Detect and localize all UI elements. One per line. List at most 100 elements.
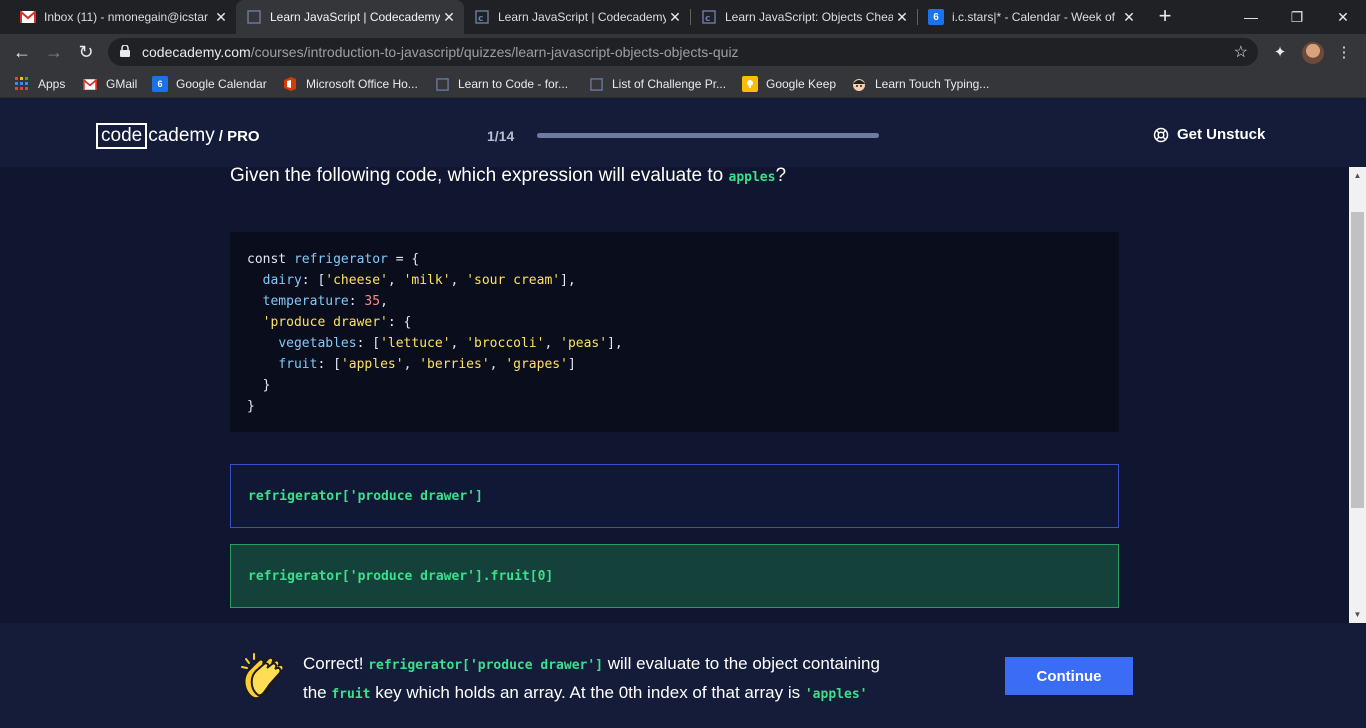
scrollbar-thumb[interactable]	[1351, 212, 1364, 508]
codecademy-icon: c	[474, 9, 490, 25]
code-token: : {	[387, 315, 412, 330]
code-token: 'apples'	[340, 357, 404, 372]
code-token: 'broccoli'	[466, 336, 545, 351]
codecademy-icon	[246, 9, 262, 25]
bookmark-google-calendar[interactable]: 6 Google Calendar	[152, 75, 267, 93]
code-token: const	[247, 252, 294, 267]
tab-learn-javascript[interactable]: c Learn JavaScript | Codecademy ✕	[464, 0, 690, 34]
code-token: 'sour cream'	[466, 273, 561, 288]
new-tab-button[interactable]: +	[1154, 5, 1176, 28]
bookmark-label: List of Challenge Pr...	[612, 77, 727, 91]
get-unstuck-label: Get Unstuck	[1177, 126, 1266, 143]
answer-option-text: refrigerator['produce drawer'].fruit[0]	[248, 568, 554, 584]
code-token: 'milk'	[403, 273, 451, 288]
feedback-code-1: refrigerator['produce drawer']	[368, 658, 604, 673]
answer-option-1[interactable]: refrigerator['produce drawer']	[230, 464, 1119, 528]
code-token: ,	[450, 273, 467, 288]
code-line: dairy: ['cheese', 'milk', 'sour cream'],	[247, 270, 1119, 291]
back-arrow-icon[interactable]: ←	[8, 38, 36, 66]
code-line: temperature: 35,	[247, 291, 1119, 312]
code-token: : [	[317, 357, 341, 372]
bookmark-microsoft-office[interactable]: Microsoft Office Ho...	[282, 75, 418, 93]
code-block: const refrigerator = { dairy: ['cheese',…	[230, 232, 1119, 432]
bookmark-label: GMail	[106, 77, 138, 91]
calendar-icon: 6	[928, 9, 944, 25]
bookmark-touch-typing[interactable]: Learn Touch Typing...	[851, 75, 989, 93]
tab-gmail-inbox[interactable]: Inbox (11) - nmonegain@icstar ✕	[10, 0, 236, 34]
bookmarks-bar: Apps GMail 6 Google Calendar Microsoft O…	[0, 70, 1366, 98]
close-tab-icon[interactable]: ✕	[893, 9, 911, 26]
bookmark-google-keep[interactable]: Google Keep	[742, 75, 836, 93]
close-tab-icon[interactable]: ✕	[1120, 9, 1138, 26]
gmail-icon	[20, 9, 36, 25]
code-token: ,	[403, 357, 420, 372]
close-tab-icon[interactable]: ✕	[440, 9, 458, 26]
keep-icon	[742, 76, 758, 92]
lock-icon	[120, 45, 130, 57]
quiz-progress-label: 1/14	[487, 128, 515, 144]
logo-pro: / PRO	[218, 128, 260, 145]
code-pre: const refrigerator = { dairy: ['cheese',…	[247, 249, 1119, 417]
tab-title: Inbox (11) - nmonegain@icstar	[44, 10, 209, 24]
minimize-button[interactable]: —	[1228, 0, 1274, 34]
bookmark-label: Learn to Code - for...	[458, 77, 569, 91]
address-bar[interactable]: codecademy.com/courses/introduction-to-j…	[108, 38, 1258, 66]
profile-avatar[interactable]	[1302, 42, 1324, 64]
page-scrollbar[interactable]: ▲ ▼	[1349, 167, 1366, 623]
code-token: 35	[364, 294, 381, 309]
code-token: :	[348, 294, 365, 309]
code-token: 'produce drawer'	[262, 315, 388, 330]
office-icon	[282, 76, 298, 92]
svg-text:c: c	[705, 14, 710, 24]
close-tab-icon[interactable]: ✕	[666, 9, 684, 26]
feedback-code-2: fruit	[331, 687, 371, 702]
restore-button[interactable]: ❐	[1274, 0, 1320, 34]
bookmark-learn-to-code[interactable]: Learn to Code - for...	[434, 75, 568, 93]
close-tab-icon[interactable]: ✕	[212, 9, 230, 26]
gmail-icon	[82, 76, 98, 92]
url-path: /courses/introduction-to-javascript/quiz…	[250, 44, 739, 60]
scroll-down-arrow-icon[interactable]: ▼	[1349, 606, 1366, 623]
tab-calendar[interactable]: 6 i.c.stars|* - Calendar - Week of ✕	[918, 0, 1144, 34]
tab-objects-cheatsheet[interactable]: c Learn JavaScript: Objects Cheat ✕	[691, 0, 917, 34]
bookmark-star-icon[interactable]: ☆	[1234, 42, 1248, 62]
code-token: 'berries'	[419, 357, 490, 372]
clapping-hands-icon	[241, 653, 285, 700]
bookmark-gmail[interactable]: GMail	[82, 75, 137, 93]
bookmark-challenge-list[interactable]: List of Challenge Pr...	[588, 75, 726, 93]
url-text: codecademy.com/courses/introduction-to-j…	[142, 44, 739, 60]
get-unstuck-button[interactable]: Get Unstuck	[1153, 126, 1265, 143]
codecademy-icon	[434, 76, 450, 92]
reload-icon[interactable]: ↻	[72, 38, 100, 66]
feedback-correct: Correct!	[303, 654, 364, 673]
bookmark-label: Learn Touch Typing...	[875, 77, 990, 91]
extensions-puzzle-icon[interactable]: ✦	[1270, 42, 1290, 62]
code-token: }	[247, 378, 271, 393]
close-window-button[interactable]: ✕	[1320, 0, 1366, 34]
feedback-text-1: will evaluate to the object containing	[603, 654, 880, 673]
feedback-message: Correct! refrigerator['produce drawer'] …	[303, 650, 983, 708]
quiz-progress-bar	[537, 133, 879, 138]
question-text: Given the following code, which expressi…	[230, 167, 786, 187]
scroll-up-arrow-icon[interactable]: ▲	[1349, 167, 1366, 184]
tab-learn-javascript-active[interactable]: Learn JavaScript | Codecademy ✕	[236, 0, 464, 34]
feedback-text-2a: the	[303, 683, 332, 702]
quiz-progress-fill	[537, 133, 879, 138]
lifebuoy-icon	[1153, 127, 1169, 142]
codecademy-pro-logo[interactable]: code cademy / PRO	[96, 123, 260, 149]
answer-option-2-selected-correct[interactable]: refrigerator['produce drawer'].fruit[0]	[230, 544, 1119, 608]
chrome-menu-icon[interactable]: ⋮	[1334, 42, 1354, 62]
forward-arrow-icon[interactable]: →	[40, 38, 68, 66]
tab-title: Learn JavaScript | Codecademy	[498, 10, 666, 24]
code-line: fruit: ['apples', 'berries', 'grapes']	[247, 354, 1119, 375]
tab-title: Learn JavaScript: Objects Cheat	[725, 10, 893, 24]
continue-button[interactable]: Continue	[1005, 657, 1133, 695]
code-line: 'produce drawer': {	[247, 312, 1119, 333]
codecademy-icon: c	[701, 9, 717, 25]
bookmark-apps[interactable]: Apps	[14, 75, 65, 93]
